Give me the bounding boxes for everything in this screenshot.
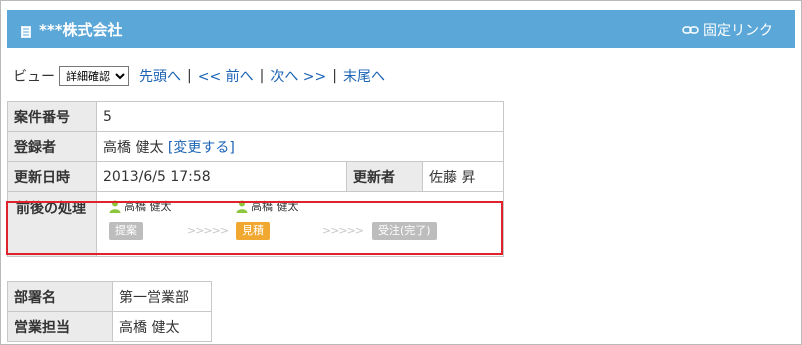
flow-step-order-complete: 受注(完了) bbox=[372, 222, 437, 240]
updated-at-label: 更新日時 bbox=[7, 161, 97, 192]
flow-step-proposal: 提案 bbox=[109, 222, 143, 240]
last-record-link[interactable]: 末尾へ bbox=[343, 66, 385, 86]
permalink-label: 固定リンク bbox=[703, 23, 773, 39]
process-flow: 高橋 健太 高橋 健太 提案 >>>>> 見積 >>>>> 受注(完了) bbox=[105, 198, 495, 246]
link-icon bbox=[682, 26, 699, 34]
updated-at-value: 2013/6/5 17:58 bbox=[96, 161, 347, 192]
first-record-link[interactable]: 先頭へ bbox=[139, 66, 181, 86]
case-number-label: 案件番号 bbox=[7, 101, 97, 132]
flow-user-1: 高橋 健太 bbox=[109, 198, 172, 214]
updater-value: 佐藤 昇 bbox=[422, 161, 504, 192]
case-number-value: 5 bbox=[96, 101, 504, 132]
flow-step-estimate: 見積 bbox=[236, 222, 270, 240]
registrant-label: 登録者 bbox=[7, 131, 97, 162]
record-header: ***株式会社 固定リンク bbox=[7, 10, 795, 48]
user-icon bbox=[109, 200, 121, 213]
permalink-button[interactable]: 固定リンク bbox=[682, 20, 773, 40]
registrant-cell: 高橋 健太 [変更する] bbox=[96, 131, 504, 162]
flow-arrows: >>>>> bbox=[187, 224, 229, 237]
app-frame: ***株式会社 固定リンク ビュー 詳細確認 先頭へ | << 前へ | 次へ … bbox=[0, 0, 802, 345]
sales-rep-label: 営業担当 bbox=[7, 311, 113, 342]
process-flow-label: 前後の処理 bbox=[7, 191, 97, 257]
flow-arrows: >>>>> bbox=[322, 224, 364, 237]
next-record-link[interactable]: 次へ >> bbox=[270, 66, 326, 86]
table-row: 部署名 第一営業部 bbox=[7, 281, 212, 312]
sales-info-table: 部署名 第一営業部 営業担当 高橋 健太 bbox=[7, 281, 212, 342]
nav-separator: | bbox=[332, 68, 337, 84]
sales-rep-value: 高橋 健太 bbox=[112, 311, 212, 342]
user-icon bbox=[236, 200, 248, 213]
table-row: 更新日時 2013/6/5 17:58 更新者 佐藤 昇 bbox=[7, 161, 504, 192]
view-select[interactable]: 詳細確認 bbox=[59, 66, 129, 86]
registrant-value: 高橋 健太 bbox=[103, 139, 164, 156]
process-flow-cell: 高橋 健太 高橋 健太 提案 >>>>> 見積 >>>>> 受注(完了) bbox=[96, 191, 504, 257]
view-label: ビュー bbox=[13, 69, 55, 85]
change-registrant-link[interactable]: [変更する] bbox=[168, 140, 235, 156]
previous-record-link[interactable]: << 前へ bbox=[198, 66, 254, 86]
page-title: ***株式会社 bbox=[39, 21, 123, 39]
department-value: 第一営業部 bbox=[112, 281, 212, 312]
record-navigation: ビュー 詳細確認 先頭へ | << 前へ | 次へ >> | 末尾へ bbox=[13, 65, 385, 87]
table-row: 案件番号 5 bbox=[7, 101, 504, 132]
department-label: 部署名 bbox=[7, 281, 113, 312]
flow-user-1-name: 高橋 健太 bbox=[124, 200, 172, 213]
flow-user-2-name: 高橋 健太 bbox=[251, 200, 299, 213]
updater-label: 更新者 bbox=[346, 161, 423, 192]
record-detail-table: 案件番号 5 登録者 高橋 健太 [変更する] 更新日時 2013/6/5 17… bbox=[7, 101, 504, 257]
nav-separator: | bbox=[187, 68, 192, 84]
table-row: 登録者 高橋 健太 [変更する] bbox=[7, 131, 504, 162]
table-row: 前後の処理 高橋 健太 高橋 健太 提案 >>>>> 見積 >>>>> 受注(完 bbox=[7, 191, 504, 257]
nav-separator: | bbox=[259, 68, 265, 84]
flow-user-2: 高橋 健太 bbox=[236, 198, 299, 214]
document-icon bbox=[21, 26, 31, 38]
table-row: 営業担当 高橋 健太 bbox=[7, 311, 212, 342]
